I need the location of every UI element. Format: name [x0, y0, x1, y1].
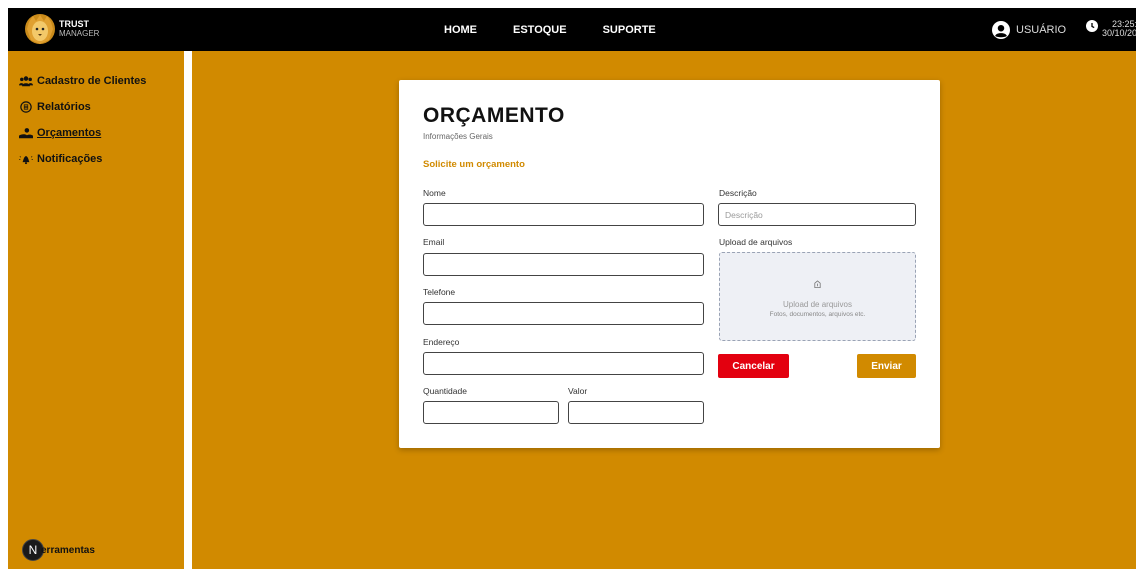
users-icon [19, 76, 33, 87]
user-menu[interactable]: USUÁRIO [992, 21, 1066, 39]
upload-hint: Fotos, documentos, arquivos etc. [769, 311, 866, 318]
sidebar-item-label: Cadastro de Clientes [37, 75, 147, 87]
lion-logo-icon [25, 14, 55, 44]
descricao-field[interactable] [718, 203, 916, 226]
endereco-label: Endereço [423, 337, 460, 347]
email-label: Email [423, 237, 445, 247]
clock-date: 30/10/2025 [1102, 28, 1136, 38]
sidebar-item-relatorios[interactable]: Relatórios [19, 101, 91, 113]
upload-dropzone[interactable]: Upload de arquivos Fotos, documentos, ar… [719, 252, 916, 341]
sidebar-item-ferramentas[interactable]: N erramentas [22, 539, 95, 561]
upload-label: Upload de arquivos [719, 237, 793, 247]
clock: 23:25:41 30/10/2025 [1086, 20, 1136, 38]
page-subtitle: Informações Gerais [423, 132, 493, 141]
clock-icon [1086, 20, 1098, 32]
sidebar-item-orcamentos[interactable]: Orçamentos [19, 127, 101, 139]
nav-home[interactable]: HOME [444, 24, 477, 36]
nome-label: Nome [423, 188, 446, 198]
telefone-field[interactable] [423, 302, 704, 325]
sidebar-divider [184, 51, 192, 569]
top-bar: TRUST MANAGER HOME ESTOQUE SUPORTE USUÁR… [8, 8, 1136, 51]
user-avatar-icon [992, 21, 1010, 39]
page-title: ORÇAMENTO [423, 104, 565, 127]
sidebar: Cadastro de Clientes Relatórios Orçament… [8, 51, 184, 569]
sidebar-item-label: erramentas [41, 544, 95, 556]
quantidade-label: Quantidade [423, 386, 467, 396]
sidebar-item-label: Notificações [37, 153, 103, 165]
nav-suporte[interactable]: SUPORTE [603, 24, 656, 36]
nome-field[interactable] [423, 203, 704, 226]
endereco-field[interactable] [423, 352, 704, 375]
orcamento-card: ORÇAMENTO Informações Gerais Solicite um… [399, 80, 940, 448]
sidebar-item-notificacoes[interactable]: Notificações [19, 153, 102, 165]
telefone-label: Telefone [423, 287, 456, 297]
bell-icon [19, 155, 33, 165]
valor-label: Valor [568, 386, 588, 396]
report-icon [20, 101, 32, 113]
valor-field[interactable] [568, 401, 704, 424]
cancel-button[interactable]: Cancelar [718, 354, 789, 378]
email-field[interactable] [423, 253, 704, 276]
upload-title: Upload de arquivos [783, 300, 852, 309]
logo-line-2: MANAGER [59, 29, 100, 38]
section-title: Solicite um orçamento [423, 159, 525, 170]
quantidade-field[interactable] [423, 401, 559, 424]
upload-icon [814, 280, 821, 289]
budget-icon [19, 128, 33, 139]
send-button[interactable]: Enviar [857, 354, 916, 378]
brand-logo[interactable]: TRUST MANAGER [23, 12, 99, 46]
nav-estoque[interactable]: ESTOQUE [513, 24, 567, 36]
logo-line-1: TRUST [59, 19, 89, 29]
user-label: USUÁRIO [1016, 24, 1067, 36]
sidebar-item-cadastro-clientes[interactable]: Cadastro de Clientes [19, 75, 146, 87]
descricao-label: Descrição [719, 188, 757, 198]
main-nav: HOME ESTOQUE SUPORTE [444, 8, 692, 51]
sidebar-item-label: Orçamentos [37, 127, 102, 139]
sidebar-item-label: Relatórios [37, 101, 91, 113]
